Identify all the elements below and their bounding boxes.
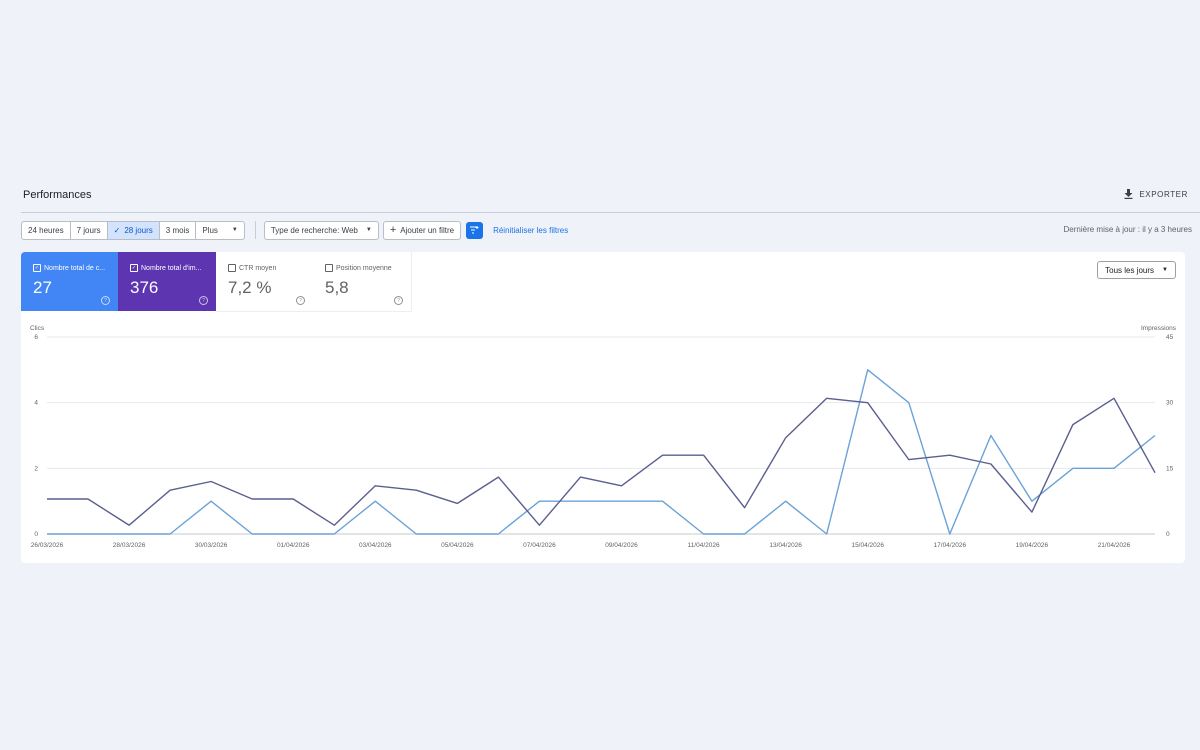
dropdown-arrow-icon: ▼: [1162, 267, 1168, 273]
add-filter-label: Ajouter un filtre: [400, 225, 455, 235]
toolbar: 24 heures 7 jours ✓ 28 jours 3 mois Plus ▼…: [21, 220, 568, 240]
metric-value: 5,8: [325, 278, 349, 297]
date-range-selector: 24 heures 7 jours ✓ 28 jours 3 mois Plus ▼: [21, 220, 245, 240]
y-left-tick-label: 6: [34, 334, 38, 341]
series-line-impressions: [47, 397, 1156, 526]
last-update-text: Dernière mise à jour : il y a 3 heures: [1063, 225, 1193, 234]
metric-label: Position moyenne: [336, 264, 392, 272]
download-icon: [1124, 189, 1133, 199]
performance-chart: Clics Impressions 0 2 4 6 0 15 30 45 26/03/2026…: [30, 325, 1177, 549]
x-tick-label: 11/04/2026: [688, 542, 720, 549]
x-tick-label: 09/04/2026: [605, 542, 638, 549]
search-type-filter[interactable]: Type de recherche: Web ▼: [263, 220, 379, 240]
x-tick-label: 13/04/2026: [769, 542, 802, 549]
x-tick-label: 19/04/2026: [1016, 542, 1049, 549]
range-7d[interactable]: 7 jours: [71, 221, 108, 239]
x-tick-label: 30/03/2026: [195, 542, 228, 549]
series-line-clics: [47, 369, 1156, 535]
metric-label: Nombre total d'im...: [141, 264, 202, 272]
page-title: Performances: [23, 189, 92, 201]
metric-total-clicks[interactable]: ✓ Nombre total de c... 27 ?: [21, 252, 118, 311]
range-3m[interactable]: 3 mois: [160, 221, 197, 239]
checkbox-unchecked-icon: [325, 264, 333, 272]
x-tick-label: 17/04/2026: [934, 542, 967, 549]
header-divider: [21, 212, 1200, 213]
dropdown-arrow-icon: ▼: [365, 227, 372, 233]
plus-icon: +: [389, 224, 397, 236]
export-label: EXPORTER: [1139, 189, 1188, 199]
x-tick-label: 26/03/2026: [31, 542, 64, 549]
help-icon[interactable]: ?: [101, 296, 110, 305]
metric-label: Nombre total de c...: [44, 264, 106, 272]
y-right-tick-label: 0: [1166, 531, 1170, 538]
performance-card: ✓ Nombre total de c... 27 ? ✓ Nombre total…: [21, 252, 1185, 563]
checkbox-unchecked-icon: [228, 264, 236, 272]
metric-value: 27: [33, 278, 52, 297]
more-label: Plus: [202, 225, 218, 235]
help-icon[interactable]: ?: [394, 296, 403, 305]
y-left-axis-label: Clics: [30, 325, 45, 332]
metric-average-position[interactable]: Position moyenne 5,8 ?: [313, 252, 412, 312]
metric-total-impressions[interactable]: ✓ Nombre total d'im... 376 ?: [118, 252, 216, 311]
y-left-tick-label: 2: [34, 465, 38, 472]
add-filter-button[interactable]: + Ajouter un filtre: [382, 220, 462, 240]
metric-value: 7,2 %: [228, 278, 272, 297]
filter-icon: [470, 226, 479, 234]
y-left-tick-label: 0: [34, 531, 38, 538]
x-tick-label: 01/04/2026: [277, 542, 310, 549]
metric-average-ctr[interactable]: CTR moyen 7,2 % ?: [216, 252, 314, 312]
help-icon[interactable]: ?: [199, 296, 208, 305]
x-tick-label: 28/03/2026: [113, 542, 146, 549]
y-right-tick-label: 15: [1166, 465, 1174, 472]
y-right-tick-label: 30: [1166, 400, 1174, 407]
x-tick-label: 21/04/2026: [1098, 542, 1131, 549]
x-tick-label: 05/04/2026: [441, 542, 474, 549]
y-left-tick-label: 4: [34, 400, 38, 407]
period-select-label: Tous les jours: [1105, 265, 1155, 275]
y-right-axis-label: Impressions: [1141, 325, 1177, 332]
y-right-tick-label: 45: [1166, 334, 1174, 341]
x-tick-label: 15/04/2026: [851, 542, 884, 549]
export-button[interactable]: EXPORTER: [1124, 189, 1188, 199]
metric-value: 376: [130, 278, 159, 297]
x-tick-label: 07/04/2026: [523, 542, 556, 549]
period-select[interactable]: Tous les jours ▼: [1097, 261, 1176, 279]
checkbox-checked-icon: ✓: [33, 264, 41, 272]
x-tick-label: 03/04/2026: [359, 542, 392, 549]
dropdown-arrow-icon: ▼: [231, 227, 238, 233]
range-more[interactable]: Plus ▼: [196, 222, 244, 239]
range-28d[interactable]: ✓ 28 jours: [107, 221, 160, 239]
reset-filters-link[interactable]: Réinitialiser les filtres: [493, 226, 568, 235]
help-icon[interactable]: ?: [296, 296, 305, 305]
range-28d-label: 28 jours: [124, 225, 153, 235]
compare-filter-button[interactable]: [466, 221, 484, 239]
search-type-label: Type de recherche: Web: [270, 225, 358, 235]
range-24h[interactable]: 24 heures: [22, 221, 71, 239]
toolbar-divider: [254, 221, 256, 239]
metric-label: CTR moyen: [239, 264, 277, 272]
checkbox-checked-icon: ✓: [130, 264, 138, 272]
check-icon: ✓: [113, 225, 121, 235]
